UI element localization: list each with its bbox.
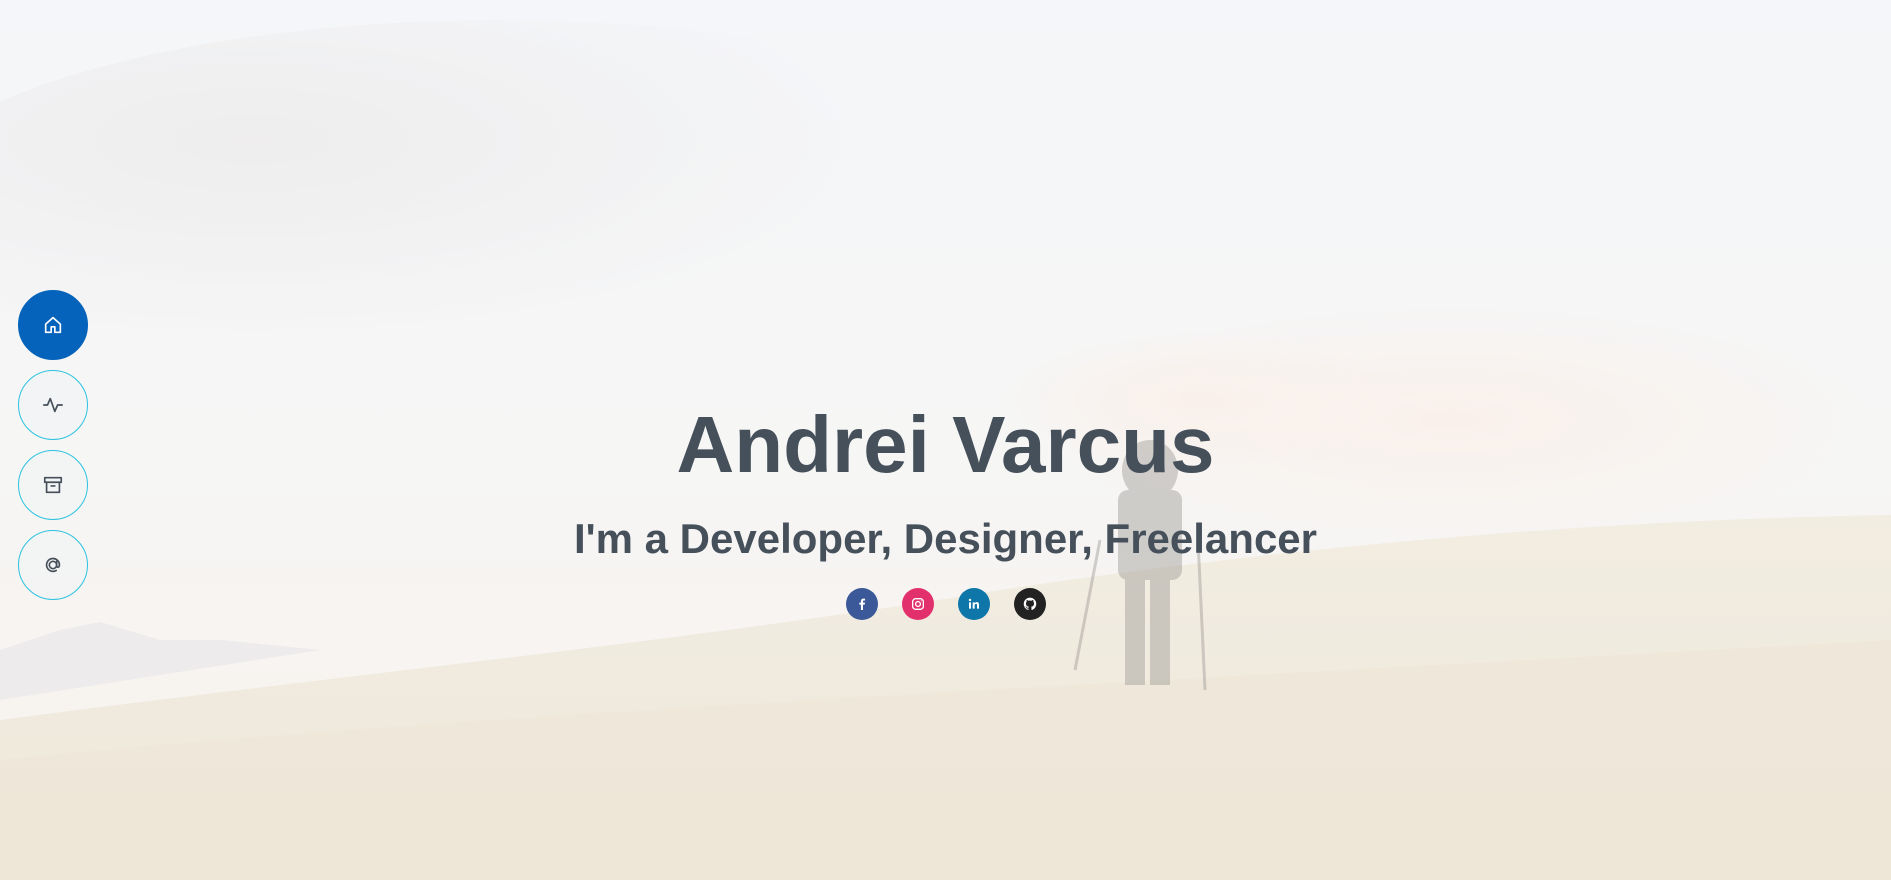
linkedin-icon: [968, 598, 979, 609]
hero-name: Andrei Varcus: [676, 400, 1215, 489]
linkedin-link[interactable]: [957, 588, 990, 620]
facebook-icon: [858, 598, 865, 610]
github-link[interactable]: [1013, 588, 1046, 620]
instagram-link[interactable]: [901, 588, 934, 620]
instagram-icon: [911, 598, 924, 610]
nav-home-button[interactable]: [18, 290, 88, 360]
hero-section: Andrei Varcus I'm a Developer, Designer,…: [0, 0, 1891, 880]
github-icon: [1023, 597, 1036, 611]
hero-tagline: I'm a Developer, Designer, Freelancer: [573, 515, 1318, 562]
social-links: [0, 588, 1891, 620]
facebook-link[interactable]: [845, 588, 878, 620]
hero-content: Andrei Varcus I'm a Developer, Designer,…: [0, 400, 1891, 620]
home-icon: [44, 316, 62, 334]
